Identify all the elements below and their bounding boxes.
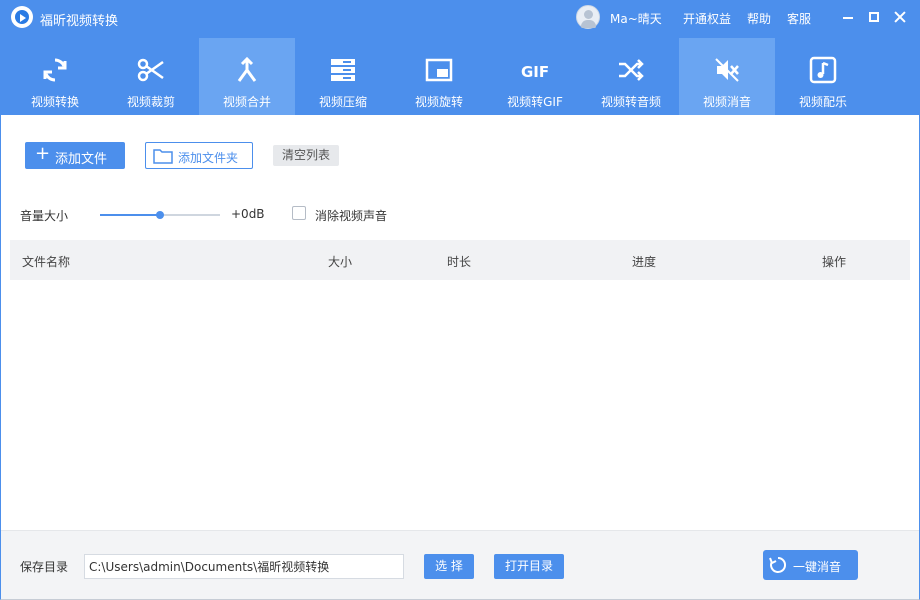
tab-label: 视频压缩	[318, 95, 367, 109]
tab-label: 视频配乐	[798, 95, 847, 109]
tab-video-rotate[interactable]: 视频旋转	[391, 38, 487, 115]
tab-label: 视频转换	[30, 95, 79, 109]
tab-label: 视频转GIF	[507, 95, 563, 109]
tab-label: 视频合并	[222, 95, 271, 109]
volume-value: +0dB	[231, 207, 265, 221]
clear-list-button[interactable]: 清空列表	[273, 145, 339, 166]
tab-video-convert[interactable]: 视频转换	[7, 38, 103, 115]
tab-video-mute[interactable]: 视频消音	[679, 38, 775, 115]
volume-label: 音量大小	[20, 209, 69, 223]
column-header-progress: 进度	[632, 255, 657, 269]
close-icon[interactable]	[893, 10, 907, 24]
tab-video-cut[interactable]: 视频裁剪	[103, 38, 199, 115]
shuffle-icon	[619, 59, 644, 81]
svg-text:GIF: GIF	[521, 63, 549, 81]
save-path-input[interactable]	[84, 554, 404, 579]
open-dir-button[interactable]: 打开目录	[494, 554, 564, 579]
convert-icon	[43, 58, 67, 82]
tab-video-gif[interactable]: GIF 视频转GIF	[487, 38, 583, 115]
column-header-size: 大小	[328, 255, 353, 269]
user-avatar[interactable]	[576, 5, 600, 29]
app-logo-icon	[11, 6, 33, 28]
tab-label: 视频裁剪	[126, 95, 175, 109]
music-icon	[809, 56, 837, 84]
column-header-action: 操作	[822, 255, 847, 269]
select-dir-button[interactable]: 选 择	[424, 554, 474, 579]
column-header-duration: 时长	[447, 255, 472, 269]
rotate-icon	[425, 58, 453, 82]
tab-video-audio[interactable]: 视频转音频	[583, 38, 679, 115]
service-link[interactable]: 客服	[787, 10, 811, 27]
feature-tabs: 视频转换 视频裁剪 视频合并 视频压缩 视频旋转 GIF 视频转GIF 视频转音…	[7, 38, 871, 115]
folder-icon	[153, 149, 173, 164]
gif-icon: GIF	[521, 63, 549, 81]
minimize-icon[interactable]	[841, 10, 855, 24]
app-title: 福昕视频转换	[40, 14, 119, 29]
merge-icon	[237, 56, 257, 82]
scissors-icon	[137, 58, 164, 82]
compress-icon	[331, 59, 355, 81]
add-folder-label: 添加文件夹	[178, 151, 239, 165]
one-click-mute-button[interactable]: 一键消音	[763, 550, 858, 580]
footer-bar: 保存目录 选 择 打开目录 一键消音	[0, 530, 920, 600]
file-table-body[interactable]	[10, 280, 910, 530]
tab-video-merge[interactable]: 视频合并	[199, 38, 295, 115]
file-table-header: 文件名称 大小 时长 进度 操作	[10, 240, 910, 280]
mute-video-checkbox[interactable]	[292, 206, 306, 220]
tab-label: 视频转音频	[600, 95, 661, 109]
tab-video-compress[interactable]: 视频压缩	[295, 38, 391, 115]
app-header: 福昕视频转换 Ma~晴天 开通权益 帮助 客服 视频转换 视频裁剪 视频合并 视…	[0, 0, 920, 115]
maximize-icon[interactable]	[867, 10, 881, 24]
mute-video-checkbox-label[interactable]: 消除视频声音	[315, 207, 387, 224]
plus-icon: +	[35, 143, 51, 164]
save-dir-label: 保存目录	[20, 560, 69, 574]
user-name[interactable]: Ma~晴天	[610, 10, 662, 27]
tab-label: 视频消音	[702, 95, 751, 109]
volume-slider-thumb[interactable]	[156, 211, 164, 219]
tab-video-music[interactable]: 视频配乐	[775, 38, 871, 115]
add-file-button[interactable]: + 添加文件	[25, 142, 125, 169]
add-file-label: 添加文件	[55, 152, 108, 167]
help-link[interactable]: 帮助	[747, 10, 771, 27]
title-bar: 福昕视频转换 Ma~晴天 开通权益 帮助 客服	[0, 0, 920, 36]
column-header-name: 文件名称	[22, 255, 71, 269]
mute-icon	[715, 58, 739, 82]
tab-label: 视频旋转	[414, 95, 463, 109]
volume-slider-fill	[100, 214, 160, 216]
volume-slider[interactable]	[100, 211, 220, 219]
refresh-icon	[769, 556, 787, 573]
add-folder-button[interactable]: 添加文件夹	[145, 142, 253, 169]
vip-link[interactable]: 开通权益	[683, 10, 731, 27]
one-click-mute-label: 一键消音	[793, 560, 842, 574]
